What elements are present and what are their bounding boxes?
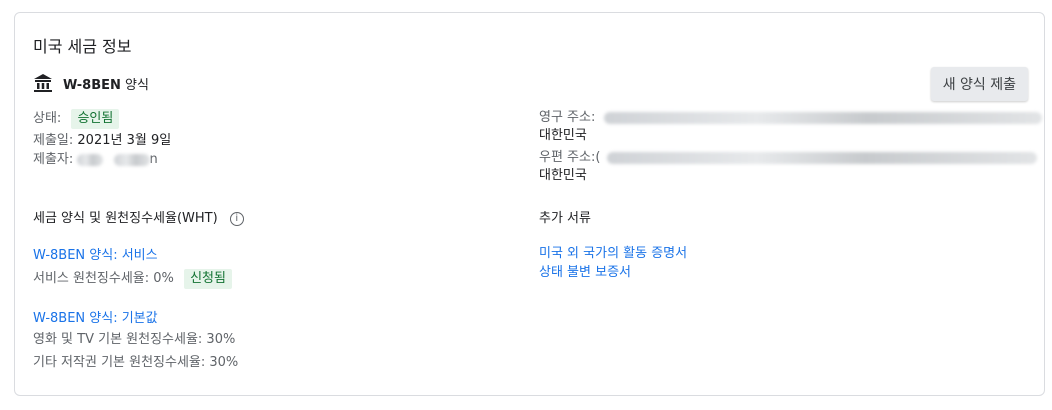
mailing-country: 대한민국 bbox=[539, 168, 587, 183]
bank-icon bbox=[33, 73, 53, 93]
mailing-address-row: 우편 주소:( bbox=[539, 149, 1037, 167]
redacted-name bbox=[77, 153, 104, 166]
permanent-address-row: 영구 주소: bbox=[539, 109, 1042, 127]
foreign-activity-certificate-link[interactable]: 미국 외 국가의 활동 증명서 bbox=[539, 242, 687, 261]
wht-heading: 세금 양식 및 원천징수세율(WHT) bbox=[33, 211, 218, 226]
submitter-label: 제출자: bbox=[33, 152, 74, 167]
status-badge: 승인됨 bbox=[71, 109, 120, 129]
status-row: 상태: 승인됨 bbox=[33, 109, 120, 129]
submitter-row: 제출자: n bbox=[33, 152, 158, 167]
additional-docs-heading: 추가 서류 bbox=[539, 211, 591, 226]
status-unchanged-warranty-link[interactable]: 상태 불변 보증서 bbox=[539, 261, 631, 280]
status-label: 상태: bbox=[33, 111, 62, 126]
redacted-name bbox=[113, 153, 150, 166]
submitted-row: 제출일: 2021년 3월 9일 bbox=[33, 132, 171, 150]
redacted-address bbox=[606, 151, 1037, 164]
card-title: 미국 세금 정보 bbox=[33, 37, 132, 56]
mailing-address-label: 우편 주소: bbox=[539, 150, 596, 165]
submit-new-form-button[interactable]: 새 양식 제출 bbox=[930, 67, 1028, 101]
wht-heading-row: 세금 양식 및 원천징수세율(WHT) i bbox=[33, 207, 244, 226]
default-form-link[interactable]: W-8BEN 양식: 기본값 bbox=[33, 307, 158, 326]
submitted-date: 2021년 3월 9일 bbox=[77, 133, 172, 148]
service-rate-row: 서비스 원천징수세율: 0% 신청됨 bbox=[33, 269, 232, 289]
applied-badge: 신청됨 bbox=[184, 269, 232, 289]
other-copyright-rate: 기타 저작권 기본 원천징수세율: 30% bbox=[33, 355, 239, 370]
form-type-row: W-8BEN 양식 bbox=[33, 73, 149, 93]
info-icon[interactable]: i bbox=[229, 211, 244, 226]
permanent-address-label: 영구 주소: bbox=[539, 110, 596, 125]
us-tax-info-card: 미국 세금 정보 W-8BEN 양식 새 양식 제출 상태: 승인됨 제출일: … bbox=[14, 12, 1045, 396]
service-form-link[interactable]: W-8BEN 양식: 서비스 bbox=[33, 244, 158, 263]
permanent-country: 대한민국 bbox=[539, 128, 587, 143]
redacted-address bbox=[603, 111, 1042, 124]
film-tv-rate: 영화 및 TV 기본 원천징수세율: 30% bbox=[33, 332, 236, 347]
submitted-label: 제출일: bbox=[33, 133, 74, 148]
form-type-label: W-8BEN 양식 bbox=[63, 77, 149, 93]
service-rate: 서비스 원천징수세율: 0% bbox=[33, 271, 174, 286]
